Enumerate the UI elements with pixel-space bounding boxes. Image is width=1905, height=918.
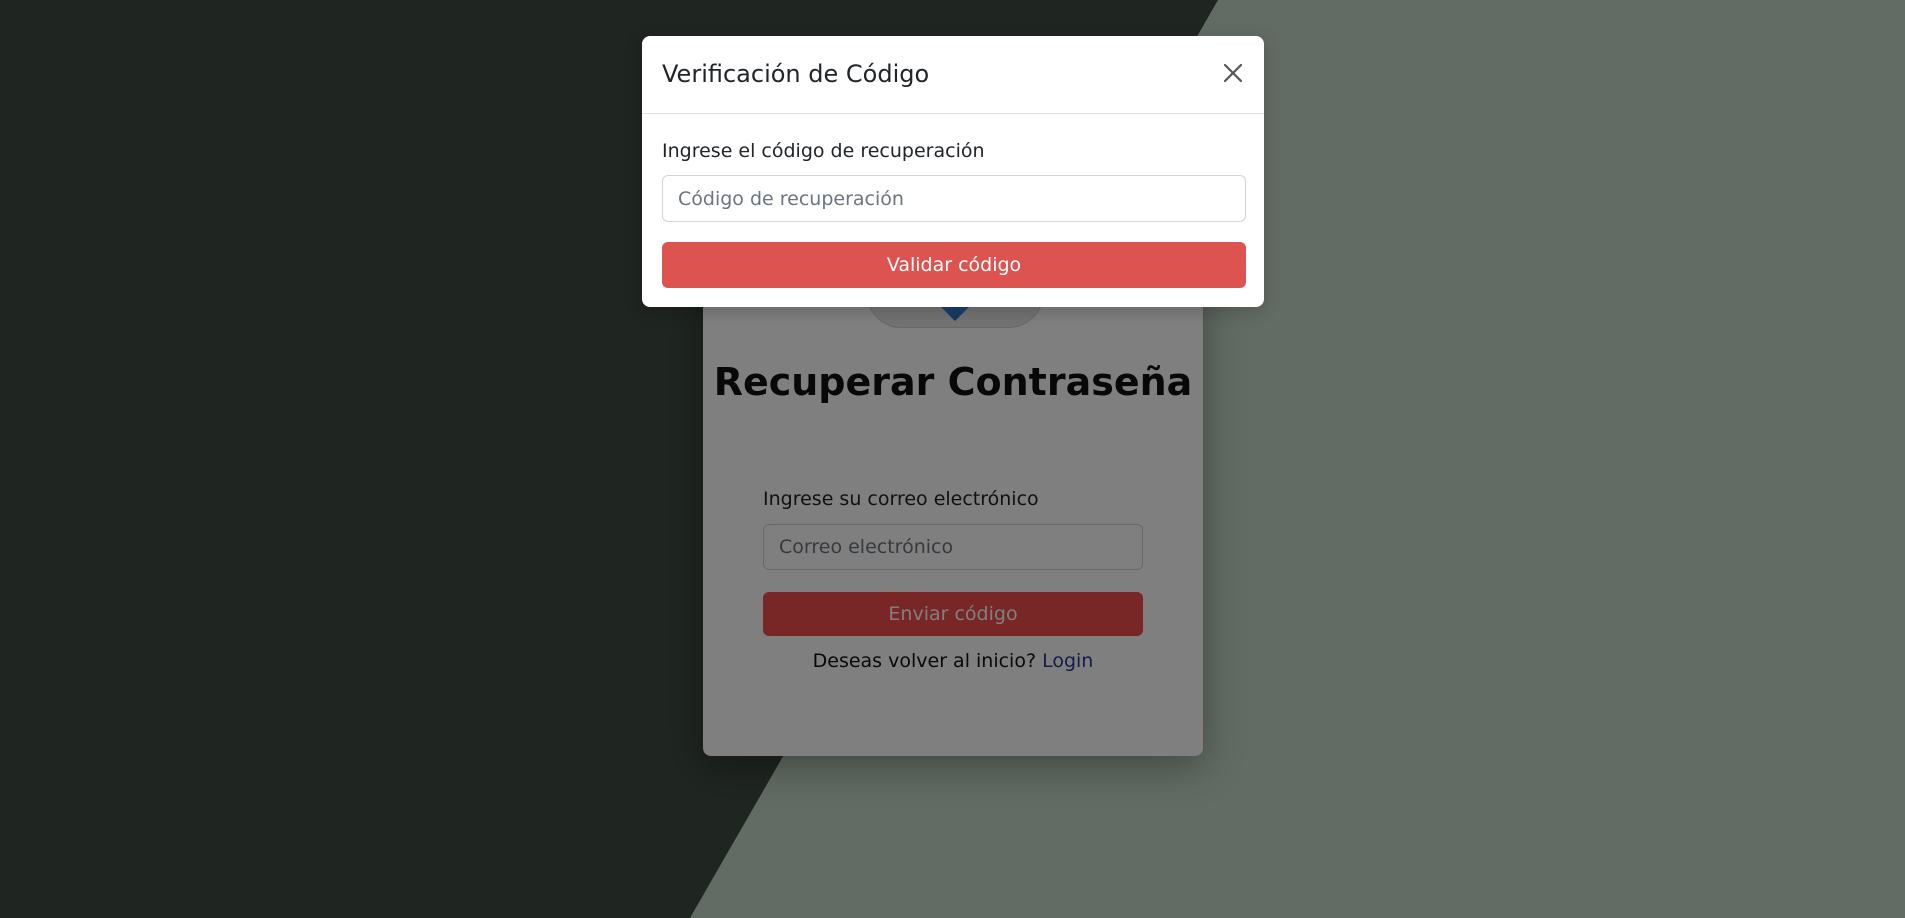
close-button[interactable] — [1218, 58, 1248, 88]
modal-title: Verificación de Código — [662, 60, 930, 88]
recovery-code-input[interactable] — [662, 175, 1246, 222]
close-icon — [1223, 63, 1243, 83]
recovery-code-label: Ingrese el código de recuperación — [662, 140, 985, 162]
page: Recuperar Contraseña Ingrese su correo e… — [0, 0, 1905, 918]
modal-header: Verificación de Código — [642, 36, 1264, 114]
code-verification-modal: Verificación de Código Ingrese el código… — [642, 36, 1264, 307]
validate-code-button[interactable]: Validar código — [662, 242, 1246, 288]
